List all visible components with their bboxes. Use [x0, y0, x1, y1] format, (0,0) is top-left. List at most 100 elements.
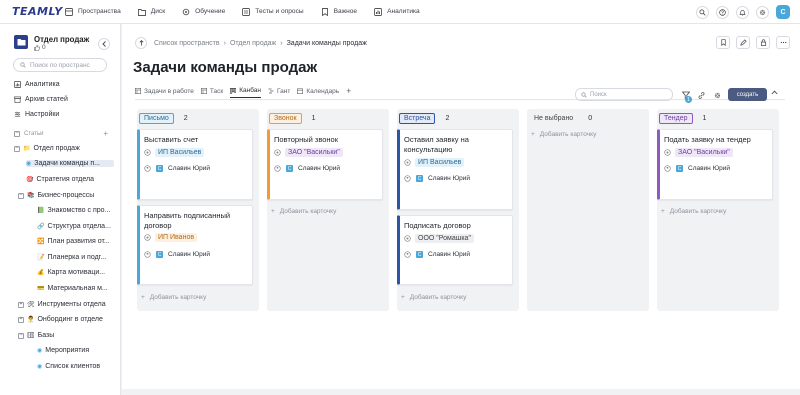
column-tag[interactable]: Звонок: [269, 113, 302, 124]
nav-item-tests[interactable]: Тесты и опросы: [242, 7, 304, 16]
sidebar-link-label: Настройки: [25, 111, 60, 118]
breadcrumb-link[interactable]: Список пространств: [154, 40, 220, 47]
tab-task[interactable]: Таск: [200, 88, 223, 98]
kanban-card[interactable]: Подать заявку на тендер ЗАО "Васильки" С…: [657, 129, 773, 200]
column-tag[interactable]: Не выбрано: [529, 113, 579, 124]
nav-item-disk[interactable]: Диск: [137, 8, 166, 16]
folder-icon: [137, 8, 146, 16]
tab-kanban[interactable]: Канбан: [230, 87, 262, 98]
add-card-button[interactable]: + Добавить карточку: [661, 208, 726, 215]
tree-item[interactable]: – 📚 Бизнес-процессы: [18, 192, 94, 199]
pencil-icon: [739, 39, 747, 46]
column-tag[interactable]: Тендер: [659, 113, 693, 124]
collapse-toggle[interactable]: –: [14, 145, 20, 152]
tree-item[interactable]: ◉ Список клиентов: [37, 363, 100, 370]
tree-item[interactable]: – 🗄 Базы: [18, 332, 54, 339]
kanban-card[interactable]: Повторный звонок ЗАО "Васильки" С Славин…: [267, 129, 383, 200]
nav-label: Диск: [150, 8, 166, 15]
column-tag[interactable]: Письмо: [139, 113, 174, 124]
tree-item[interactable]: 🎯 Стратегия отдела: [26, 176, 94, 183]
tree-item[interactable]: ◉ Мероприятия: [37, 347, 89, 354]
kanban-column-tender: Тендер 1 Подать заявку на тендер ЗАО "Ва…: [657, 109, 779, 311]
global-search-button[interactable]: [696, 5, 709, 19]
tree-item[interactable]: + 👨‍💼 Онбординг в отделе: [18, 316, 103, 323]
sidebar-search-input[interactable]: Поиск по пространс: [13, 58, 107, 72]
bookmark-button[interactable]: [716, 36, 730, 49]
checklist-icon: [242, 7, 251, 16]
nav-label: Важное: [333, 8, 358, 15]
kanban-card[interactable]: Направить подписанный договор ИП Иванов …: [137, 205, 253, 285]
column-header: Тендер 1: [659, 113, 706, 124]
card-title: Направить подписанный договор: [144, 211, 231, 230]
kanban-card[interactable]: Выставить счет ИП Васильев С Славин Юрий: [137, 129, 253, 200]
add-tab-button[interactable]: +: [346, 86, 351, 99]
notifications-button[interactable]: [736, 5, 749, 19]
client-pill[interactable]: ООО "Ромашка": [415, 234, 474, 243]
breadcrumb-link[interactable]: Отдел продаж: [230, 40, 276, 47]
create-button[interactable]: создать: [728, 88, 767, 101]
lock-button[interactable]: [756, 36, 770, 49]
sidebar-link-analytics[interactable]: Аналитика: [14, 81, 60, 88]
add-card-label: Добавить карточку: [669, 208, 727, 215]
sidebar-link-archive[interactable]: Архив статей: [14, 96, 68, 103]
sidebar-link-label: Архив статей: [25, 96, 68, 103]
card-title: Повторный звонок: [274, 135, 338, 144]
add-card-button[interactable]: + Добавить карточку: [401, 294, 466, 301]
nav-item-important[interactable]: Важное: [321, 7, 358, 16]
add-card-button[interactable]: + Добавить карточку: [141, 294, 206, 301]
nav-item-analytics[interactable]: Аналитика: [374, 7, 420, 16]
collapse-toggle[interactable]: –: [18, 332, 24, 339]
nav-item-learning[interactable]: Обучение: [182, 8, 225, 16]
collapse-toggle[interactable]: +: [18, 301, 24, 308]
add-card-button[interactable]: + Добавить карточку: [271, 208, 336, 215]
add-card-label: Добавить карточку: [149, 294, 207, 301]
column-tag[interactable]: Встреча: [399, 113, 436, 124]
add-card-button[interactable]: + Добавить карточку: [531, 131, 596, 138]
user-icon: [404, 251, 411, 258]
client-pill[interactable]: ЗАО "Васильки": [285, 148, 343, 157]
more-button[interactable]: [776, 36, 790, 49]
sidebar-collapse-button[interactable]: [98, 38, 110, 50]
board-settings-button[interactable]: [711, 89, 723, 101]
user-avatar[interactable]: С: [776, 5, 790, 19]
collapse-toolbar-button[interactable]: [771, 90, 778, 97]
tab-calendar[interactable]: Календарь: [297, 88, 339, 98]
board-search-input[interactable]: Поиск: [575, 88, 673, 101]
client-pill[interactable]: ЗАО "Васильки": [675, 148, 733, 157]
client-pill[interactable]: ИП Васильев: [155, 148, 205, 157]
back-button[interactable]: [135, 37, 147, 49]
tab-label: Календарь: [306, 87, 340, 95]
collapse-toggle[interactable]: –: [14, 130, 20, 137]
edit-button[interactable]: [736, 36, 750, 49]
space-title[interactable]: Отдел продаж: [34, 35, 89, 44]
tab-in-progress[interactable]: Задачи в работе: [135, 88, 194, 98]
settings-button[interactable]: [756, 5, 769, 19]
help-button[interactable]: [716, 5, 729, 19]
collapse-toggle[interactable]: +: [18, 316, 24, 323]
app-logo[interactable]: TEAMLY: [12, 5, 65, 18]
view-tabs: Задачи в работе Таск Канбан Гант Календа…: [135, 86, 351, 99]
client-pill[interactable]: ИП Васильев: [415, 158, 465, 167]
tree-item[interactable]: 🔀 План развития от...: [37, 238, 110, 245]
kanban-card[interactable]: Оставил заявку на консультацию ИП Василь…: [397, 129, 513, 210]
tab-gantt[interactable]: Гант: [268, 88, 290, 98]
collapse-toggle[interactable]: –: [18, 192, 24, 199]
horizontal-scrollbar[interactable]: [122, 389, 800, 395]
sidebar-link-settings[interactable]: Настройки: [14, 111, 59, 118]
nav-item-spaces[interactable]: Пространства: [65, 7, 121, 16]
kanban-card[interactable]: Подписать договор ООО "Ромашка" С Славин…: [397, 215, 513, 285]
tree-item[interactable]: – 📁 Отдел продаж: [14, 145, 80, 152]
tree-item[interactable]: 📗 Знакомство с про...: [37, 207, 110, 214]
link-button[interactable]: [695, 89, 707, 101]
tree-item[interactable]: 📝 Планерка и подг...: [37, 254, 106, 261]
client-icon: [144, 149, 151, 156]
tree-item[interactable]: 💰 Карта мотиваци...: [37, 269, 105, 276]
client-icon: [664, 149, 671, 156]
plan-icon: 🔀: [37, 239, 45, 245]
tree-item[interactable]: 💳 Материальная м...: [37, 285, 108, 292]
client-pill[interactable]: ИП Иванов: [155, 233, 198, 242]
tree-item[interactable]: 🔗 Структура отдела...: [37, 223, 111, 230]
tree-item-active[interactable]: ◉ Задачи команды п...: [26, 160, 114, 167]
add-article-button[interactable]: +: [103, 129, 108, 138]
tree-item[interactable]: + 🛠 Инструменты отдела: [18, 301, 106, 308]
